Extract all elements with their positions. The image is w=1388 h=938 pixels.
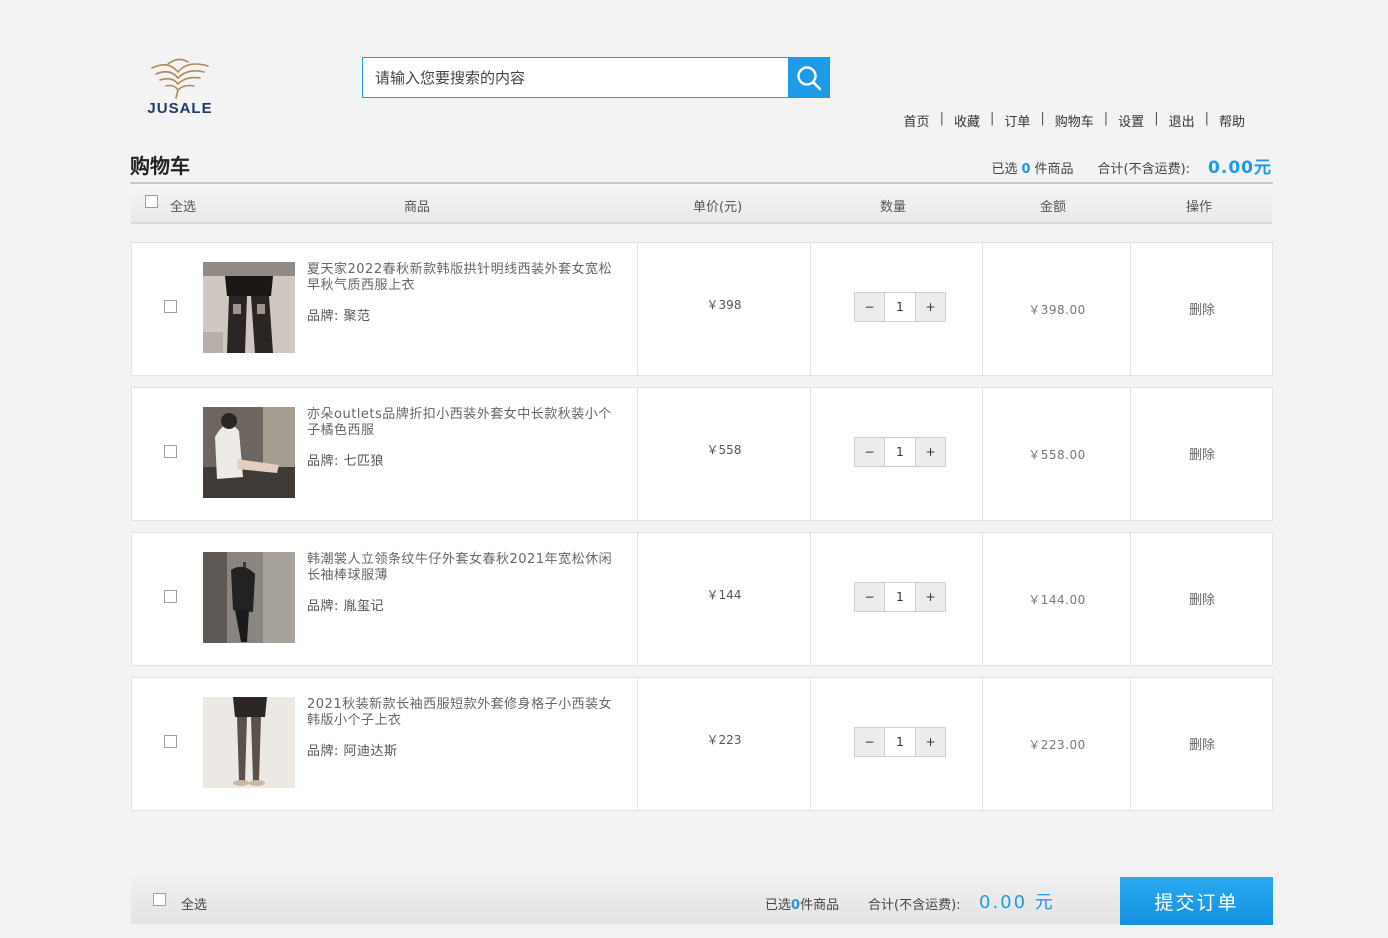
cart-item-row: 亦朵outlets品牌折扣小西装外套女中长款秋装小个子橘色西服 品牌: 七匹狼 … <box>131 387 1273 521</box>
footer-selected-suffix: 件商品 <box>800 898 840 913</box>
nav-cart[interactable]: 购物车 <box>1045 111 1104 130</box>
search-icon <box>796 65 821 90</box>
nav-home[interactable]: 首页 <box>894 111 940 130</box>
total-label: 合计(不含运费): <box>1097 162 1191 177</box>
unit-price: ￥144 <box>706 588 742 602</box>
product-image[interactable] <box>203 407 295 498</box>
footer-total-value: 0.00 元 <box>979 892 1055 913</box>
quantity-stepper: − 1 + <box>854 292 946 322</box>
nav-favorites[interactable]: 收藏 <box>944 111 990 130</box>
selected-prefix: 已选 <box>991 162 1018 177</box>
product-brand: 品牌: 聚范 <box>307 305 371 324</box>
footer-selected: 已选0件商品 <box>765 894 839 913</box>
unit-price: ￥558 <box>706 443 742 457</box>
item-checkbox[interactable] <box>164 590 177 603</box>
brand-label: 品牌: <box>307 309 339 324</box>
total-value: 0.00元 <box>1208 158 1272 178</box>
brand-value: 聚范 <box>343 309 371 324</box>
product-brand: 品牌: 胤玺记 <box>307 595 384 614</box>
search-input[interactable] <box>363 58 788 97</box>
item-checkbox[interactable] <box>164 735 177 748</box>
cart-item-row: 2021秋装新款长袖西服短款外套修身格子小西装女韩版小个子上衣 品牌: 阿迪达斯… <box>131 677 1273 811</box>
product-image[interactable] <box>203 697 295 788</box>
column-quantity: 数量 <box>880 200 907 215</box>
nav-logout[interactable]: 退出 <box>1159 111 1205 130</box>
page-title: 购物车 <box>130 154 190 178</box>
search-button[interactable] <box>788 58 829 97</box>
table-header: 全选 商品 单价(元) 数量 金额 操作 <box>131 184 1272 224</box>
increase-button[interactable]: + <box>916 728 945 756</box>
decrease-button[interactable]: − <box>855 583 884 611</box>
item-amount: ￥144.00 <box>1028 593 1086 607</box>
cart-item-row: 夏天家2022春秋新款韩版拱针明线西装外套女宽松早秋气质西服上衣 品牌: 聚范 … <box>131 242 1273 376</box>
brand-value: 七匹狼 <box>343 454 385 469</box>
quantity-value[interactable]: 1 <box>884 583 916 611</box>
footer-select-all-checkbox[interactable] <box>153 893 166 906</box>
quantity-stepper: − 1 + <box>854 437 946 467</box>
selected-count: 0 <box>1021 162 1031 177</box>
product-brand: 品牌: 七匹狼 <box>307 450 384 469</box>
column-product: 商品 <box>404 200 431 215</box>
cart-footer: 全选 已选0件商品 合计(不含运费): 0.00 元 提交订单 <box>131 876 1273 925</box>
decrease-button[interactable]: − <box>855 438 884 466</box>
increase-button[interactable]: + <box>916 293 945 321</box>
brand-logo[interactable]: JUSALE <box>138 56 222 120</box>
footer-total-label: 合计(不含运费): <box>868 898 961 913</box>
item-checkbox[interactable] <box>164 445 177 458</box>
column-action: 操作 <box>1186 200 1213 215</box>
item-amount: ￥558.00 <box>1028 448 1086 462</box>
item-amount: ￥223.00 <box>1028 738 1086 752</box>
cart-item-row: 韩潮裳人立领条纹牛仔外套女春秋2021年宽松休闲长袖棒球服薄 品牌: 胤玺记 ￥… <box>131 532 1273 666</box>
top-nav: 首页 | 收藏 | 订单 | 购物车 | 设置 | 退出 | 帮助 <box>894 111 1255 130</box>
product-name[interactable]: 韩潮裳人立领条纹牛仔外套女春秋2021年宽松休闲长袖棒球服薄 <box>307 552 617 584</box>
product-image[interactable] <box>203 552 295 643</box>
brand-label: 品牌: <box>307 744 339 759</box>
select-all-label[interactable]: 全选 <box>170 196 196 215</box>
unit-price: ￥223 <box>706 733 742 747</box>
submit-order-button[interactable]: 提交订单 <box>1120 877 1273 925</box>
search-bar <box>362 57 830 98</box>
decrease-button[interactable]: − <box>855 293 884 321</box>
quantity-value[interactable]: 1 <box>884 728 916 756</box>
quantity-value[interactable]: 1 <box>884 438 916 466</box>
brand-value: 胤玺记 <box>343 599 385 614</box>
product-name[interactable]: 夏天家2022春秋新款韩版拱针明线西装外套女宽松早秋气质西服上衣 <box>307 262 617 294</box>
increase-button[interactable]: + <box>916 583 945 611</box>
nav-help[interactable]: 帮助 <box>1209 111 1255 130</box>
nav-settings[interactable]: 设置 <box>1108 111 1154 130</box>
delete-button[interactable]: 删除 <box>1131 734 1273 753</box>
brand-label: 品牌: <box>307 599 339 614</box>
phoenix-logo-icon <box>151 58 209 99</box>
cart-summary: 已选 0 件商品 合计(不含运费): 0.00元 <box>991 153 1272 178</box>
product-name[interactable]: 2021秋装新款长袖西服短款外套修身格子小西装女韩版小个子上衣 <box>307 697 617 729</box>
footer-selected-prefix: 已选 <box>765 898 792 913</box>
unit-price: ￥398 <box>706 298 742 312</box>
item-amount: ￥398.00 <box>1028 303 1086 317</box>
product-name[interactable]: 亦朵outlets品牌折扣小西装外套女中长款秋装小个子橘色西服 <box>307 407 617 439</box>
product-brand: 品牌: 阿迪达斯 <box>307 740 398 759</box>
column-amount: 金额 <box>1040 200 1067 215</box>
footer-select-all-label[interactable]: 全选 <box>181 894 207 913</box>
item-checkbox[interactable] <box>164 300 177 313</box>
quantity-value[interactable]: 1 <box>884 293 916 321</box>
delete-button[interactable]: 删除 <box>1131 589 1273 608</box>
nav-orders[interactable]: 订单 <box>994 111 1040 130</box>
brand-value: 阿迪达斯 <box>343 744 398 759</box>
select-all-checkbox[interactable] <box>145 195 158 208</box>
increase-button[interactable]: + <box>916 438 945 466</box>
decrease-button[interactable]: − <box>855 728 884 756</box>
footer-selected-count: 0 <box>791 898 801 913</box>
column-unit-price: 单价(元) <box>693 200 743 215</box>
brand-label: 品牌: <box>307 454 339 469</box>
product-image[interactable] <box>203 262 295 353</box>
quantity-stepper: − 1 + <box>854 727 946 757</box>
brand-logo-text: JUSALE <box>147 100 213 117</box>
delete-button[interactable]: 删除 <box>1131 299 1273 318</box>
selected-suffix: 件商品 <box>1034 162 1074 177</box>
delete-button[interactable]: 删除 <box>1131 444 1273 463</box>
quantity-stepper: − 1 + <box>854 582 946 612</box>
